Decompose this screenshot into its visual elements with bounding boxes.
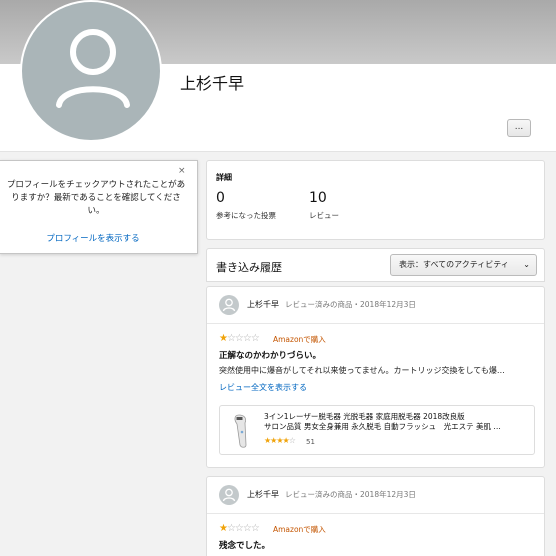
- profile-name: 上杉千早: [180, 74, 245, 93]
- review-card: 上杉千早 レビュー済みの商品・2018年12月3日 ★☆☆☆☆ Amazonで購…: [206, 286, 545, 468]
- close-icon[interactable]: ×: [178, 166, 186, 176]
- user-silhouette-icon: [56, 29, 130, 108]
- reviews-label: レビュー: [309, 211, 339, 220]
- review-stars: ★☆☆☆☆: [219, 333, 260, 344]
- popover-message: プロフィールをチェックアウトされたことがありますか？最新であることを確認してくだ…: [6, 180, 186, 216]
- review-card: 上杉千早 レビュー済みの商品・2018年12月3日 ★☆☆☆☆ Amazonで購…: [206, 476, 545, 556]
- review-meta: レビュー済みの商品・2018年12月3日: [285, 300, 416, 309]
- reviewer-name[interactable]: 上杉千早: [247, 489, 279, 500]
- helpful-votes-count: 0: [216, 190, 225, 206]
- helpful-votes-label: 参考になった投票: [216, 211, 276, 220]
- more-options-button[interactable]: ...: [507, 119, 531, 137]
- divider: [207, 513, 544, 514]
- user-silhouette-icon: [222, 298, 236, 312]
- activity-title: 書き込み履歴: [216, 261, 282, 274]
- review-title[interactable]: 残念でした。: [219, 539, 270, 551]
- reviewer-avatar[interactable]: [219, 295, 239, 315]
- review-meta: レビュー済みの商品・2018年12月3日: [285, 490, 416, 499]
- activity-header: 書き込み履歴 表示：すべてのアクティビティ ⌄: [206, 248, 545, 282]
- user-silhouette-icon: [222, 488, 236, 502]
- product-name[interactable]: 3イン1レーザー脱毛器 光脱毛器 家庭用脱毛器 2018改良版 サロン品質 男女…: [264, 412, 530, 432]
- product-card[interactable]: 3イン1レーザー脱毛器 光脱毛器 家庭用脱毛器 2018改良版 サロン品質 男女…: [219, 405, 535, 455]
- chevron-down-icon: ⌄: [523, 260, 530, 269]
- activity-filter-dropdown[interactable]: 表示：すべてのアクティビティ ⌄: [390, 254, 537, 276]
- read-full-review-link[interactable]: レビュー全文を表示する: [219, 382, 307, 393]
- verified-purchase-badge: Amazonで購入: [273, 335, 326, 344]
- reviewer-avatar[interactable]: [219, 485, 239, 505]
- view-profile-link[interactable]: プロフィールを表示する: [0, 232, 186, 244]
- stats-card: 詳細 0 参考になった投票 10 レビュー: [206, 160, 545, 240]
- reviews-count: 10: [309, 190, 327, 206]
- product-thumbnail: [234, 414, 247, 448]
- review-stars: ★☆☆☆☆: [219, 523, 260, 534]
- reviewer-name[interactable]: 上杉千早: [247, 299, 279, 310]
- product-name-line: 3イン1レーザー脱毛器 光脱毛器 家庭用脱毛器 2018改良版: [264, 412, 465, 421]
- product-rating-count[interactable]: 51: [306, 438, 315, 446]
- product-stars: ★★★★☆: [264, 436, 296, 445]
- divider: [207, 323, 544, 324]
- profile-avatar: [20, 0, 162, 142]
- stats-title: 詳細: [216, 173, 232, 182]
- profile-check-popover: × プロフィールをチェックアウトされたことがありますか？最新であることを確認して…: [0, 160, 198, 254]
- review-body: 突然使用中に爆音がしてそれ以来使ってません。カートリッジ交換をしても爆…: [219, 366, 505, 375]
- product-name-line: サロン品質 男女全身兼用 永久脱毛 自動フラッシュ 光エステ 美肌 …: [264, 422, 501, 431]
- filter-label: 表示：すべてのアクティビティ: [399, 260, 509, 269]
- verified-purchase-badge: Amazonで購入: [273, 525, 326, 534]
- review-title[interactable]: 正解なのかわかりづらい。: [219, 349, 321, 361]
